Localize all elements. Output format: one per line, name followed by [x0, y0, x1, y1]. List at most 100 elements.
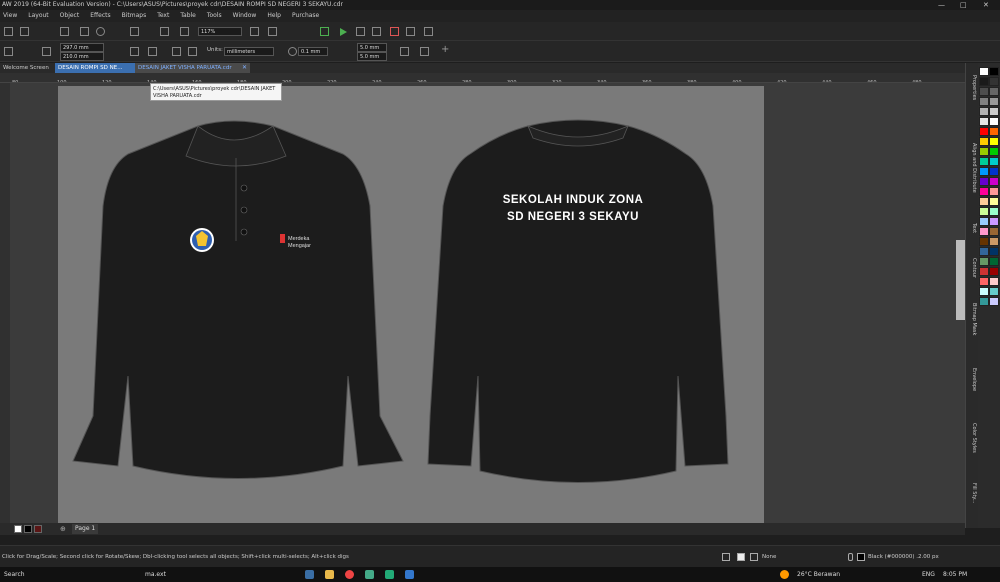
doc-swatch[interactable] — [34, 525, 42, 533]
undo-icon[interactable] — [96, 27, 105, 36]
color-swatch[interactable] — [989, 227, 999, 236]
color-swatch[interactable] — [979, 157, 989, 166]
duplicate-y-field[interactable]: 5.0 mm — [357, 52, 387, 61]
color-swatch[interactable] — [979, 177, 989, 186]
add-page-icon[interactable]: ⊕ — [60, 523, 66, 535]
color-swatch[interactable] — [979, 227, 989, 236]
dock-contour[interactable]: Contour — [968, 258, 977, 293]
taskbar-time[interactable]: 8:05 PM — [943, 567, 967, 582]
taskbar-file[interactable]: ma.ext — [145, 567, 166, 582]
color-swatch[interactable] — [979, 197, 989, 206]
menu-view[interactable]: View — [3, 10, 17, 22]
menu-effects[interactable]: Effects — [90, 10, 110, 22]
import-icon[interactable] — [160, 27, 169, 36]
coreldraw-icon[interactable] — [365, 570, 374, 579]
redo-icon[interactable] — [130, 27, 139, 36]
macro-icon[interactable] — [424, 27, 433, 36]
color-swatch[interactable] — [989, 87, 999, 96]
color-swatch[interactable] — [989, 237, 999, 246]
color-swatch[interactable] — [989, 277, 999, 286]
menu-text[interactable]: Text — [157, 10, 169, 22]
tab-welcome-screen[interactable]: Welcome Screen — [0, 63, 55, 73]
color-swatch[interactable] — [989, 247, 999, 256]
page-tab-1[interactable]: Page 1 — [72, 524, 99, 534]
dock-text[interactable]: Text — [968, 223, 977, 243]
chrome-icon[interactable] — [345, 570, 354, 579]
color-swatch[interactable] — [979, 167, 989, 176]
copy-icon[interactable] — [80, 27, 89, 36]
page-border-icon[interactable] — [400, 47, 409, 56]
front-jacket[interactable]: Merdeka Mengajar — [72, 120, 404, 479]
dock-envelope[interactable]: Envelope — [968, 368, 977, 408]
tab-desain-rompi[interactable]: DESAIN ROMPI SD NE... — [55, 63, 135, 73]
settings-icon[interactable] — [406, 27, 415, 36]
page-width-field[interactable]: 297.0 mm — [60, 43, 104, 52]
color-swatch[interactable] — [989, 77, 999, 86]
page-size-icon[interactable] — [42, 47, 51, 56]
color-swatch[interactable] — [989, 127, 999, 136]
color-swatch[interactable] — [979, 187, 989, 196]
current-page-icon[interactable] — [188, 47, 197, 56]
color-swatch[interactable] — [989, 157, 999, 166]
color-swatch[interactable] — [989, 207, 999, 216]
save-icon[interactable] — [20, 27, 29, 36]
taskbar-search[interactable]: Search — [4, 567, 25, 582]
color-swatch[interactable] — [989, 137, 999, 146]
portrait-icon[interactable] — [130, 47, 139, 56]
color-swatch[interactable] — [989, 287, 999, 296]
color-swatch[interactable] — [979, 297, 989, 306]
color-swatch[interactable] — [989, 147, 999, 156]
units-select[interactable]: millimeters — [224, 47, 274, 56]
launch-icon[interactable] — [320, 27, 329, 36]
menu-tools[interactable]: Tools — [207, 10, 222, 22]
export-icon[interactable] — [180, 27, 189, 36]
page-area[interactable]: Merdeka Mengajar SEKOLAH INDUK ZONA SD N… — [58, 86, 764, 526]
close-button[interactable]: ✕ — [983, 0, 989, 10]
page-height-field[interactable]: 210.0 mm — [60, 52, 104, 61]
color-swatch[interactable] — [979, 117, 989, 126]
none-swatch[interactable] — [14, 525, 22, 533]
color-swatch[interactable] — [989, 267, 999, 276]
color-swatch[interactable] — [989, 107, 999, 116]
vertical-scrollbar[interactable] — [956, 240, 965, 320]
color-swatch[interactable] — [989, 67, 999, 76]
color-swatch[interactable] — [979, 97, 989, 106]
color-swatch[interactable] — [989, 117, 999, 126]
color-swatch[interactable] — [989, 257, 999, 266]
options-icon[interactable] — [356, 27, 365, 36]
cut-icon[interactable] — [60, 27, 69, 36]
minimize-button[interactable]: — — [938, 0, 945, 10]
duplicate-x-field[interactable]: 5.0 mm — [357, 43, 387, 52]
full-screen-icon[interactable] — [250, 27, 259, 36]
color-swatch[interactable] — [979, 287, 989, 296]
color-swatch[interactable] — [979, 207, 989, 216]
color-swatch[interactable] — [989, 297, 999, 306]
color-swatch[interactable] — [979, 147, 989, 156]
color-swatch[interactable] — [979, 257, 989, 266]
zoom-level[interactable]: 117% — [198, 27, 242, 36]
color-swatch[interactable] — [979, 127, 989, 136]
color-swatch[interactable] — [989, 167, 999, 176]
all-pages-icon[interactable] — [172, 47, 181, 56]
menu-layout[interactable]: Layout — [28, 10, 48, 22]
close-tab-icon[interactable]: ✕ — [242, 63, 247, 73]
color-swatch[interactable] — [979, 107, 989, 116]
dock-color-styles[interactable]: Color Styles — [968, 423, 977, 468]
play-icon[interactable] — [340, 28, 347, 36]
file-explorer-icon[interactable] — [325, 570, 334, 579]
color-swatch[interactable] — [979, 67, 989, 76]
color-swatch[interactable] — [979, 77, 989, 86]
snap-icon[interactable] — [372, 27, 381, 36]
open-icon[interactable] — [4, 27, 13, 36]
color-swatch[interactable] — [979, 137, 989, 146]
color-swatch[interactable] — [979, 247, 989, 256]
black-swatch[interactable] — [24, 525, 32, 533]
edge-icon[interactable] — [405, 570, 414, 579]
color-swatch[interactable] — [979, 87, 989, 96]
color-swatch[interactable] — [979, 277, 989, 286]
color-swatch[interactable] — [979, 237, 989, 246]
rulers-icon[interactable] — [268, 27, 277, 36]
color-swatch[interactable] — [979, 217, 989, 226]
tab-desain-jaket[interactable]: DESAIN JAKET VISHA PARUATA.cdr — [135, 63, 250, 73]
color-swatch[interactable] — [989, 187, 999, 196]
